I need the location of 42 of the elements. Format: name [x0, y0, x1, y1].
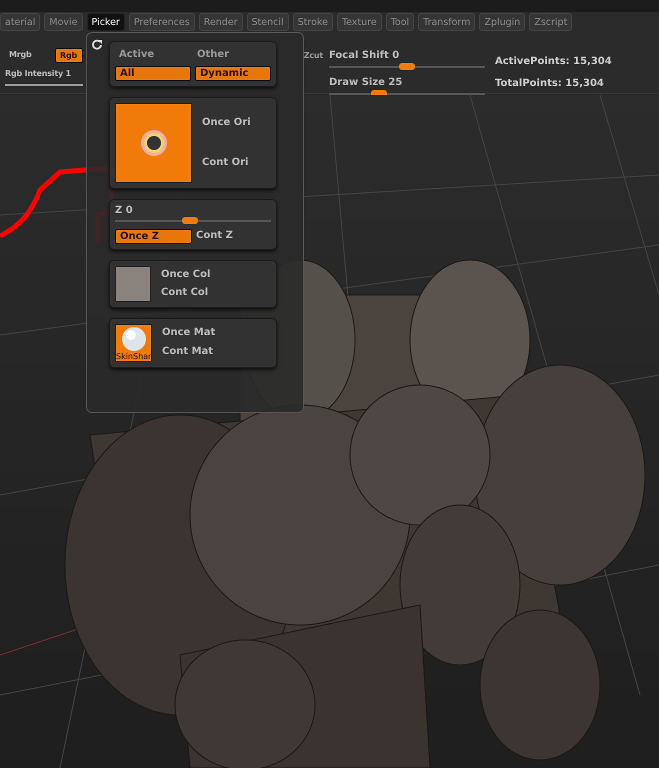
zcut-button[interactable]: Zcut [304, 50, 323, 62]
mode-button[interactable]: Dynamic [195, 66, 271, 81]
z-slider-thumb[interactable] [182, 217, 198, 224]
focal-shift-label: Focal Shift 0 [329, 50, 400, 61]
material-name: SkinShar [116, 352, 151, 361]
z-option[interactable]: Once Z [115, 229, 192, 244]
active-points-readout: ActivePoints: 15,304 [495, 55, 612, 69]
rgb-intensity-label: Rgb Intensity 1 [5, 69, 71, 78]
menu-tab[interactable]: Transform [418, 13, 476, 31]
orientation-option[interactable]: Cont Ori [198, 156, 255, 170]
draw-size-label: Draw Size 25 [329, 77, 402, 88]
menu-tab[interactable]: Stroke [292, 13, 333, 31]
color-swatch[interactable] [115, 266, 151, 302]
z-option[interactable]: Cont Z [192, 229, 269, 244]
color-option[interactable]: Cont Col [157, 286, 214, 300]
orientation-swatch[interactable] [115, 103, 192, 183]
rgb-button[interactable]: Rgb [55, 48, 83, 63]
menu-tab[interactable]: Picker [86, 13, 125, 31]
material-swatch[interactable]: SkinShar [115, 324, 152, 362]
menu-tab[interactable]: Texture [336, 13, 382, 31]
orientation-target-icon [140, 129, 168, 157]
menu-tab[interactable]: Render [198, 13, 243, 31]
menu-tab[interactable]: aterial [0, 13, 40, 31]
menu-tab[interactable]: Zplugin [479, 13, 526, 31]
mode-button[interactable]: All [115, 66, 191, 81]
z-label: Z 0 [115, 205, 133, 216]
color-option[interactable]: Once Col [157, 268, 214, 282]
menu-tab[interactable]: Tool [386, 13, 414, 31]
menu-tab[interactable]: Zscript [529, 13, 572, 31]
refresh-icon[interactable] [91, 39, 103, 51]
column-header: Other [196, 48, 230, 62]
focal-shift-slider-thumb[interactable] [399, 63, 415, 70]
material-option[interactable]: Once Mat [158, 326, 220, 341]
mrgb-button[interactable]: Mrgb [5, 48, 55, 63]
menu-tab[interactable]: Preferences [128, 13, 195, 31]
orientation-option[interactable]: Once Ori [198, 116, 255, 130]
total-points-readout: TotalPoints: 15,304 [495, 77, 605, 91]
sphere-icon [121, 326, 147, 352]
material-option[interactable]: Cont Mat [158, 345, 220, 360]
column-header: Active [118, 48, 156, 62]
menu-tab[interactable]: Stencil [246, 13, 289, 31]
menu-tab[interactable]: Movie [44, 13, 83, 31]
